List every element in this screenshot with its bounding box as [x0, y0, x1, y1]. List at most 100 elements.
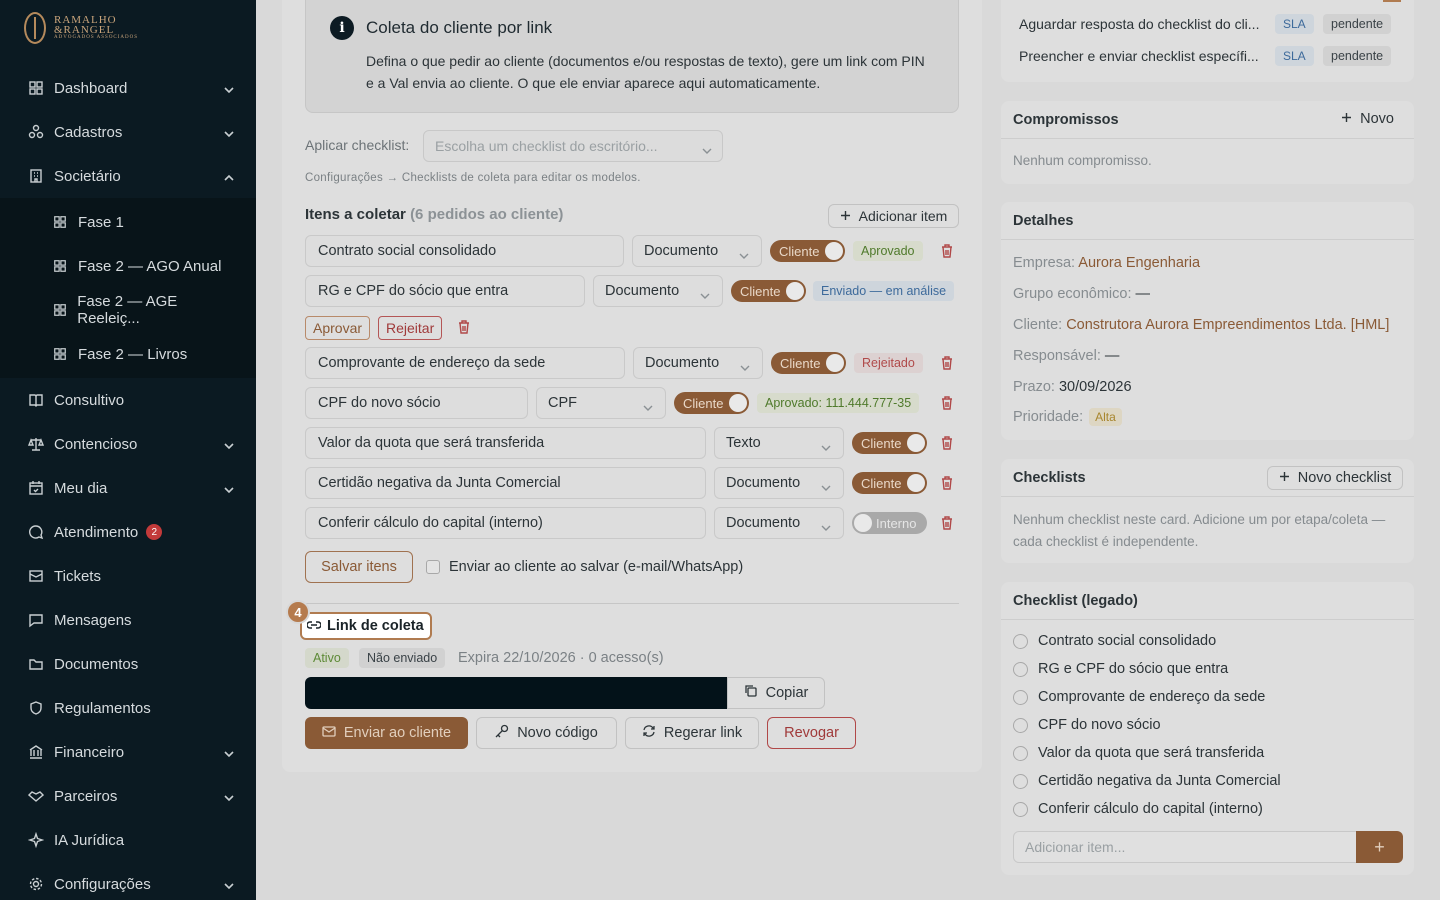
task-item[interactable]: Preencher e enviar checklist específi... — [1019, 48, 1259, 64]
sidebar-item-label: Societário — [54, 167, 121, 185]
link-sent-badge: Não enviado — [359, 648, 446, 668]
send-on-save-row[interactable]: Enviar ao cliente ao salvar (e-mail/What… — [426, 559, 743, 575]
checklists-card: Checklists Novo checklist Nenhum checkli… — [1001, 459, 1414, 563]
item-type-select[interactable]: Documento — [633, 347, 763, 379]
sidebar-item-cadastros[interactable]: Cadastros — [0, 110, 256, 154]
sidebar-item-tickets[interactable]: Tickets — [0, 554, 256, 598]
chevron-down-icon — [821, 440, 831, 456]
client-toggle[interactable]: Cliente — [852, 432, 927, 454]
revoke-link-button[interactable]: Revogar — [767, 717, 856, 749]
client-toggle[interactable]: Cliente — [731, 280, 806, 302]
save-items-button[interactable]: Salvar itens — [305, 551, 413, 583]
chevron-down-icon — [821, 520, 831, 536]
add-legacy-item-button[interactable]: + — [1356, 831, 1403, 863]
item-name-input[interactable]: RG e CPF do sócio que entra — [305, 275, 585, 307]
task-item[interactable]: Aguardar resposta do checklist do cli... — [1019, 16, 1259, 32]
sidebar-subitem-fase2-ago[interactable]: Fase 2 — AGO Anual — [0, 244, 256, 288]
trash-icon[interactable] — [940, 435, 954, 451]
brand-logo[interactable]: RAMALHO &RANGEL ADVOGADOS ASSOCIADOS — [24, 12, 138, 44]
item-name-input[interactable]: Comprovante de endereço da sede — [305, 347, 625, 379]
sidebar-item-ia-juridica[interactable]: IA Jurídica — [0, 818, 256, 862]
internal-toggle[interactable]: Interno — [852, 512, 927, 534]
trash-icon[interactable] — [457, 319, 471, 335]
sidebar-item-atendimento[interactable]: Atendimento 2 — [0, 510, 256, 554]
chevron-down-icon — [739, 248, 749, 264]
sidebar-item-mensagens[interactable]: Mensagens — [0, 598, 256, 642]
link-url-field[interactable] — [305, 677, 728, 709]
client-toggle[interactable]: Cliente — [674, 392, 749, 414]
grid-icon — [52, 302, 67, 318]
legacy-checklist-item[interactable]: Comprovante de endereço da sede — [1013, 689, 1265, 705]
add-item-button[interactable]: Adicionar item — [828, 204, 959, 228]
new-code-button[interactable]: Novo código — [476, 717, 617, 749]
item-name-input[interactable]: CPF do novo sócio — [305, 387, 528, 419]
new-checklist-button[interactable]: Novo checklist — [1267, 466, 1403, 490]
item-type-select[interactable]: Documento — [714, 507, 844, 539]
new-compromisso-button[interactable]: Novo — [1341, 111, 1394, 127]
regen-link-button[interactable]: Regerar link — [625, 717, 759, 749]
card-title: Detalhes — [1001, 202, 1414, 240]
item-type-select[interactable]: CPF — [536, 387, 666, 419]
item-name-input[interactable]: Certidão negativa da Junta Comercial — [305, 467, 706, 499]
detail-cliente: Cliente: Construtora Aurora Empreendimen… — [1013, 317, 1390, 333]
chevron-down-icon — [224, 482, 234, 499]
item-type-select[interactable]: Texto — [714, 427, 844, 459]
item-type-select[interactable]: Documento — [632, 235, 762, 267]
gear-icon — [28, 876, 44, 892]
grid-icon — [52, 346, 68, 362]
send-on-save-checkbox[interactable] — [426, 560, 440, 574]
sidebar-item-dashboard[interactable]: Dashboard — [0, 66, 256, 110]
sidebar-item-societario[interactable]: Societário — [0, 154, 256, 198]
sidebar-subnav-societario: Fase 1 Fase 2 — AGO Anual Fase 2 — AGE R… — [0, 198, 256, 378]
trash-icon[interactable] — [940, 395, 954, 411]
item-name-input[interactable]: Valor da quota que será transferida — [305, 427, 706, 459]
legacy-checklist-item[interactable]: CPF do novo sócio — [1013, 717, 1161, 733]
unchecked-circle-icon — [1013, 773, 1028, 789]
sidebar-subitem-fase2-age[interactable]: Fase 2 — AGE Reeleiç... — [0, 288, 256, 332]
sidebar-item-financeiro[interactable]: Financeiro — [0, 730, 256, 774]
apply-checklist-label: Aplicar checklist: — [305, 137, 410, 153]
item-type-select[interactable]: Documento — [593, 275, 723, 307]
legacy-checklist-item[interactable]: Contrato social consolidado — [1013, 633, 1216, 649]
trash-icon[interactable] — [940, 355, 954, 371]
client-toggle[interactable]: Cliente — [852, 472, 927, 494]
sidebar: RAMALHO &RANGEL ADVOGADOS ASSOCIADOS Das… — [0, 0, 256, 900]
coleta-description: Defina o que pedir ao cliente (documento… — [366, 53, 925, 91]
sidebar-subitem-fase2-livros[interactable]: Fase 2 — Livros — [0, 332, 256, 376]
sidebar-item-documentos[interactable]: Documentos — [0, 642, 256, 686]
scale-icon — [28, 436, 44, 452]
sidebar-item-label: IA Jurídica — [54, 831, 125, 849]
plus-icon — [1341, 111, 1352, 127]
sidebar-subitem-fase1[interactable]: Fase 1 — [0, 200, 256, 244]
item-name-input[interactable]: Conferir cálculo do capital (interno) — [305, 507, 706, 539]
sidebar-item-label: Fase 2 — AGE Reeleiç... — [77, 293, 178, 327]
sidebar-item-contencioso[interactable]: Contencioso — [0, 422, 256, 466]
sidebar-item-label: Fase 1 — [78, 213, 124, 231]
copy-link-button[interactable]: Copiar — [727, 677, 825, 709]
client-toggle[interactable]: Cliente — [771, 352, 846, 374]
sidebar-item-label: Meu dia — [54, 479, 108, 497]
legacy-checklist-item[interactable]: Conferir cálculo do capital (interno) — [1013, 801, 1263, 817]
client-toggle[interactable]: Cliente — [770, 240, 845, 262]
trash-icon[interactable] — [940, 475, 954, 491]
status-badge: pendente — [1323, 46, 1392, 66]
sidebar-item-parceiros[interactable]: Parceiros — [0, 774, 256, 818]
legacy-checklist-item[interactable]: Certidão negativa da Junta Comercial — [1013, 773, 1281, 789]
reject-button[interactable]: Rejeitar — [378, 316, 443, 340]
legacy-checklist-item[interactable]: RG e CPF do sócio que entra — [1013, 661, 1228, 677]
sidebar-item-meu-dia[interactable]: Meu dia — [0, 466, 256, 510]
apply-checklist-select[interactable]: Escolha um checklist do escritório... — [423, 130, 723, 162]
sidebar-item-configuracoes[interactable]: Configurações — [0, 862, 256, 900]
trash-icon[interactable] — [940, 243, 954, 259]
config-checklists-hint[interactable]: Configurações → Checklists de coleta par… — [305, 172, 641, 184]
add-legacy-item-input[interactable]: Adicionar item... — [1013, 831, 1357, 863]
book-icon — [28, 392, 44, 408]
sidebar-item-regulamentos[interactable]: Regulamentos — [0, 686, 256, 730]
sidebar-item-consultivo[interactable]: Consultivo — [0, 378, 256, 422]
approve-button[interactable]: Aprovar — [305, 316, 371, 340]
trash-icon[interactable] — [940, 515, 954, 531]
legacy-checklist-item[interactable]: Valor da quota que será transferida — [1013, 745, 1264, 761]
item-type-select[interactable]: Documento — [714, 467, 844, 499]
item-name-input[interactable]: Contrato social consolidado — [305, 235, 624, 267]
send-to-client-button[interactable]: Enviar ao cliente — [305, 717, 468, 749]
